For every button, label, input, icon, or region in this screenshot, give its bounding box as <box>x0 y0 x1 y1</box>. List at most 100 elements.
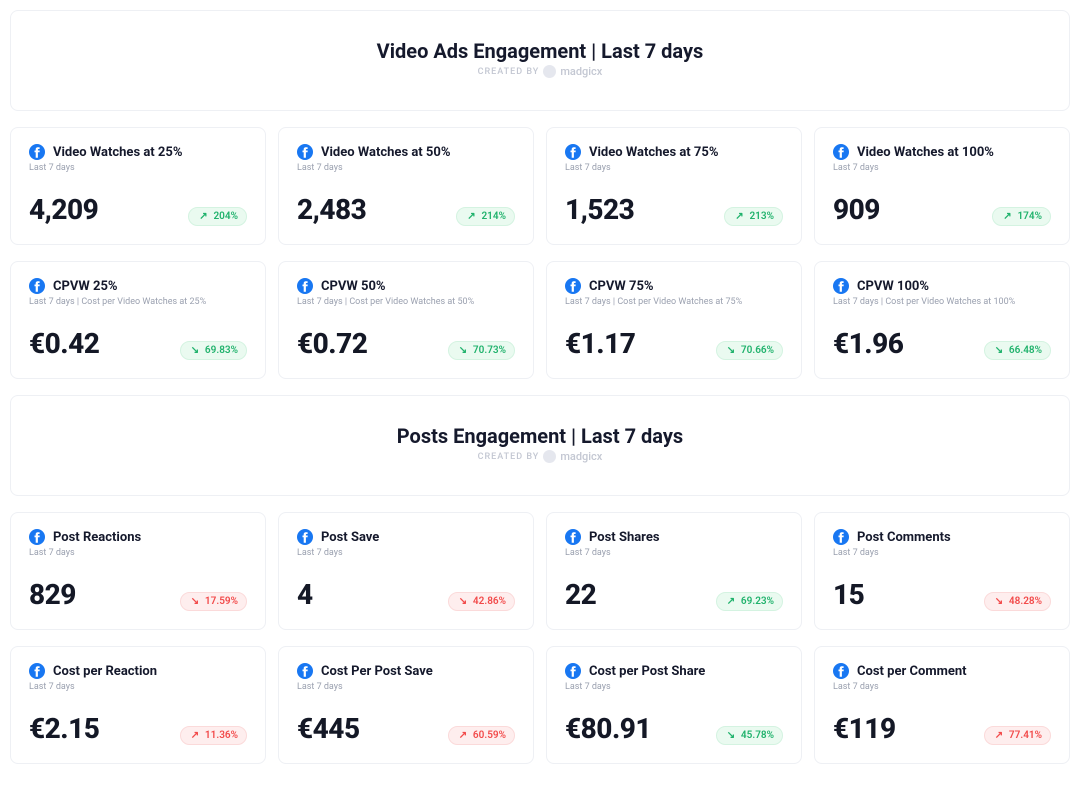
metric-title: Post Comments <box>857 530 951 545</box>
metric-value-row: 15 ↘ 48.28% <box>833 558 1051 611</box>
trend-arrow-icon: ↗ <box>1001 211 1013 222</box>
metric-value-row: €445 ↗ 60.59% <box>297 692 515 745</box>
metric-title: CPVW 25% <box>53 279 118 294</box>
metric-title-row: Cost per Post Share <box>565 663 783 679</box>
metric-card[interactable]: Cost per Comment Last 7 days €119 ↗ 77.4… <box>814 646 1070 764</box>
trend-arrow-icon: ↗ <box>725 596 737 607</box>
metric-card[interactable]: Cost per Post Share Last 7 days €80.91 ↘… <box>546 646 802 764</box>
section-header: Posts Engagement | Last 7 days CREATED B… <box>10 395 1070 496</box>
created-by-row: CREATED BY madgicx <box>21 65 1059 78</box>
metric-value-row: 4 ↘ 42.86% <box>297 558 515 611</box>
trend-arrow-icon: ↗ <box>733 211 745 222</box>
metric-title: CPVW 75% <box>589 279 654 294</box>
trend-arrow-icon: ↗ <box>465 211 477 222</box>
metric-title: Post Save <box>321 530 379 545</box>
metric-title-row: Cost per Reaction <box>29 663 247 679</box>
metric-subtitle: Last 7 days <box>297 163 515 173</box>
trend-badge: ↘ 48.28% <box>984 592 1051 611</box>
trend-text: 11.36% <box>205 730 238 741</box>
facebook-icon <box>297 144 313 160</box>
trend-badge: ↗ 214% <box>456 207 515 226</box>
trend-text: 174% <box>1017 211 1042 222</box>
metric-value-row: 22 ↗ 69.23% <box>565 558 783 611</box>
metric-subtitle: Last 7 days <box>833 163 1051 173</box>
metric-value: €0.72 <box>297 327 367 360</box>
metric-value: €1.96 <box>833 327 903 360</box>
metric-subtitle: Last 7 days <box>29 163 247 173</box>
facebook-icon <box>565 278 581 294</box>
metric-value-row: 909 ↗ 174% <box>833 173 1051 226</box>
trend-text: 48.28% <box>1009 596 1042 607</box>
metric-title-row: Cost Per Post Save <box>297 663 515 679</box>
trend-badge: ↘ 17.59% <box>180 592 247 611</box>
metric-card[interactable]: CPVW 25% Last 7 days | Cost per Video Wa… <box>10 261 266 379</box>
metric-title: Video Watches at 100% <box>857 145 994 160</box>
metric-subtitle: Last 7 days <box>833 548 1051 558</box>
metric-title-row: Post Comments <box>833 529 1051 545</box>
metric-title-row: Cost per Comment <box>833 663 1051 679</box>
metric-row: Post Reactions Last 7 days 829 ↘ 17.59% … <box>10 512 1070 630</box>
section-title: Posts Engagement | Last 7 days <box>21 424 1059 448</box>
metric-title-row: Post Reactions <box>29 529 247 545</box>
metric-title: Video Watches at 75% <box>589 145 718 160</box>
metric-value: 829 <box>29 578 76 611</box>
trend-text: 213% <box>749 211 774 222</box>
metric-row: Video Watches at 25% Last 7 days 4,209 ↗… <box>10 127 1070 245</box>
metric-subtitle: Last 7 days <box>833 682 1051 692</box>
metric-card[interactable]: Video Watches at 25% Last 7 days 4,209 ↗… <box>10 127 266 245</box>
metric-title: CPVW 50% <box>321 279 386 294</box>
trend-arrow-icon: ↗ <box>993 730 1005 741</box>
trend-badge: ↘ 70.66% <box>716 341 783 360</box>
metric-title: Cost per Reaction <box>53 664 157 679</box>
metric-card[interactable]: Post Reactions Last 7 days 829 ↘ 17.59% <box>10 512 266 630</box>
metric-card[interactable]: CPVW 75% Last 7 days | Cost per Video Wa… <box>546 261 802 379</box>
metric-title-row: Video Watches at 25% <box>29 144 247 160</box>
metric-title-row: Post Save <box>297 529 515 545</box>
facebook-icon <box>29 278 45 294</box>
metric-value-row: 4,209 ↗ 204% <box>29 173 247 226</box>
facebook-icon <box>833 278 849 294</box>
trend-text: 69.83% <box>205 345 238 356</box>
metric-title-row: Post Shares <box>565 529 783 545</box>
created-by-label: CREATED BY <box>478 67 540 77</box>
metric-value: 2,483 <box>297 193 366 226</box>
facebook-icon <box>833 529 849 545</box>
created-by-label: CREATED BY <box>478 452 540 462</box>
metric-card[interactable]: Post Save Last 7 days 4 ↘ 42.86% <box>278 512 534 630</box>
trend-text: 42.86% <box>473 596 506 607</box>
trend-arrow-icon: ↘ <box>189 345 201 356</box>
metric-subtitle: Last 7 days <box>565 163 783 173</box>
metric-card[interactable]: Video Watches at 100% Last 7 days 909 ↗ … <box>814 127 1070 245</box>
facebook-icon <box>29 663 45 679</box>
metric-title: Cost per Post Share <box>589 664 705 679</box>
trend-text: 17.59% <box>205 596 238 607</box>
metric-title-row: Video Watches at 50% <box>297 144 515 160</box>
metric-card[interactable]: CPVW 100% Last 7 days | Cost per Video W… <box>814 261 1070 379</box>
metric-subtitle: Last 7 days | Cost per Video Watches at … <box>565 297 783 307</box>
metric-title-row: CPVW 50% <box>297 278 515 294</box>
metric-value-row: €0.42 ↘ 69.83% <box>29 307 247 360</box>
metric-card[interactable]: Cost per Reaction Last 7 days €2.15 ↗ 11… <box>10 646 266 764</box>
metric-value: €0.42 <box>29 327 99 360</box>
brand-name: madgicx <box>560 65 602 78</box>
trend-arrow-icon: ↘ <box>725 730 737 741</box>
metric-subtitle: Last 7 days <box>297 548 515 558</box>
metric-card[interactable]: Post Comments Last 7 days 15 ↘ 48.28% <box>814 512 1070 630</box>
trend-arrow-icon: ↘ <box>993 596 1005 607</box>
metric-card[interactable]: Video Watches at 50% Last 7 days 2,483 ↗… <box>278 127 534 245</box>
metric-card[interactable]: Cost Per Post Save Last 7 days €445 ↗ 60… <box>278 646 534 764</box>
metric-card[interactable]: CPVW 50% Last 7 days | Cost per Video Wa… <box>278 261 534 379</box>
trend-text: 214% <box>481 211 506 222</box>
metric-title-row: CPVW 100% <box>833 278 1051 294</box>
metric-card[interactable]: Video Watches at 75% Last 7 days 1,523 ↗… <box>546 127 802 245</box>
trend-text: 70.73% <box>473 345 506 356</box>
metric-subtitle: Last 7 days <box>565 548 783 558</box>
trend-arrow-icon: ↘ <box>457 596 469 607</box>
metric-value-row: 829 ↘ 17.59% <box>29 558 247 611</box>
metric-subtitle: Last 7 days <box>29 682 247 692</box>
metric-value-row: 2,483 ↗ 214% <box>297 173 515 226</box>
trend-text: 66.48% <box>1009 345 1042 356</box>
metric-card[interactable]: Post Shares Last 7 days 22 ↗ 69.23% <box>546 512 802 630</box>
trend-badge: ↗ 213% <box>724 207 783 226</box>
trend-badge: ↗ 11.36% <box>180 726 247 745</box>
